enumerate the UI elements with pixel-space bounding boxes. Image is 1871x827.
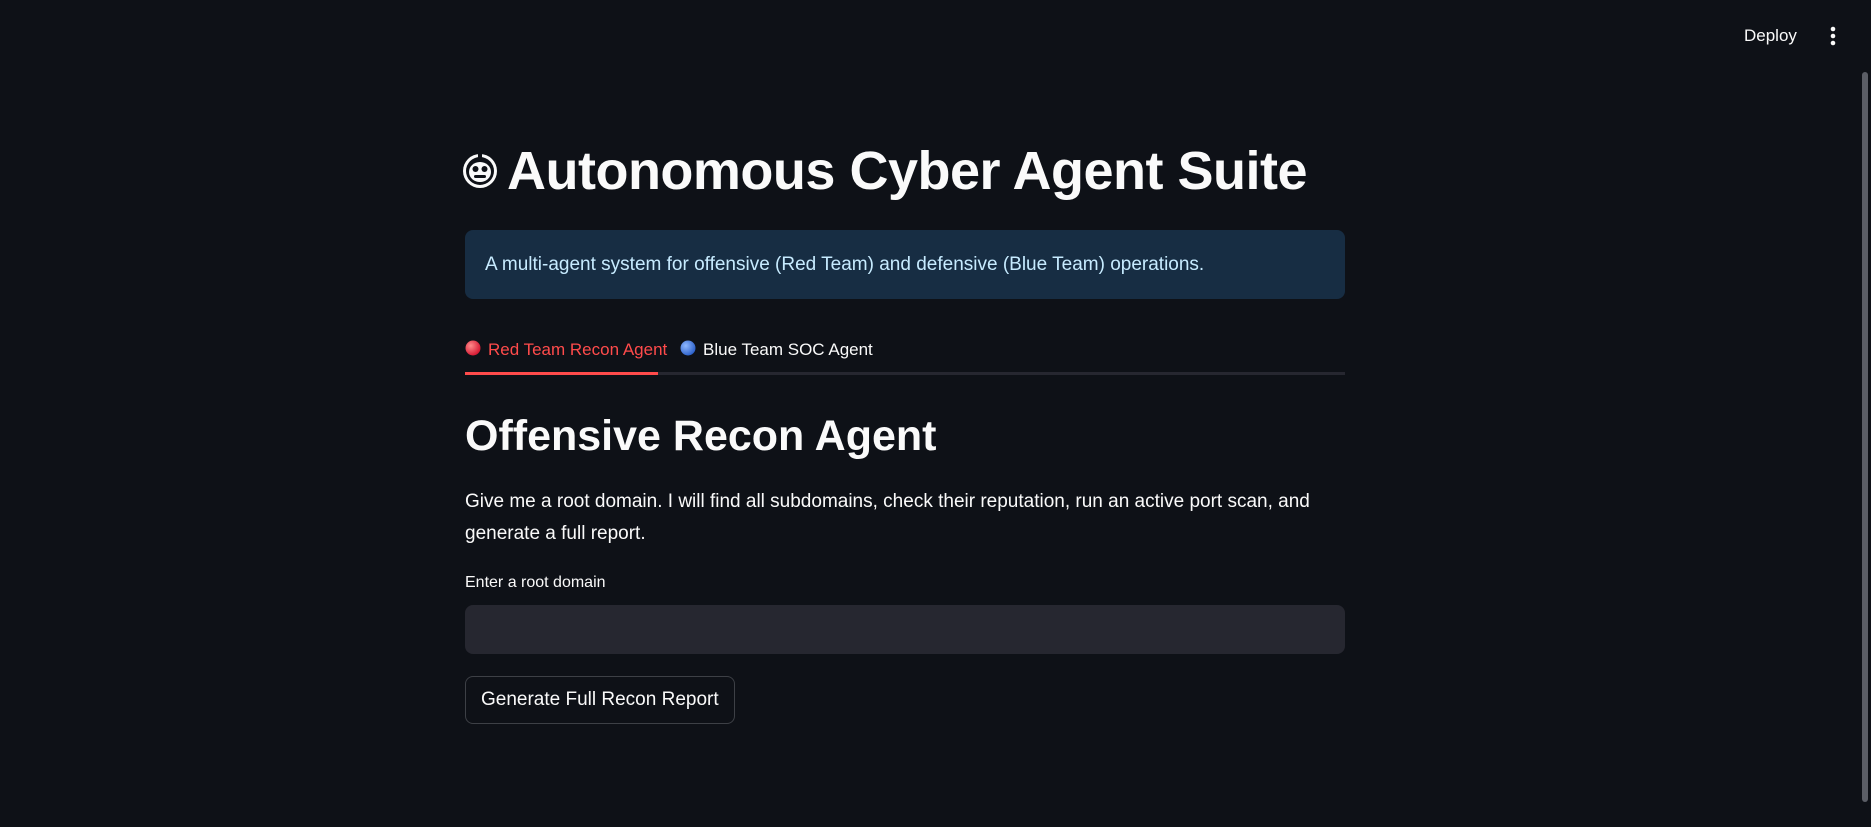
section-description: Give me a root domain. I will find all s… — [465, 491, 1310, 544]
page-title-row: Autonomous Cyber Agent Suite — [461, 140, 1308, 202]
top-toolbar: Deploy — [0, 0, 1871, 72]
tab-blue-team-soc[interactable]: Blue Team SOC Agent — [680, 328, 873, 372]
info-banner-text: A multi-agent system for offensive (Red … — [485, 253, 1205, 275]
info-banner: A multi-agent system for offensive (Red … — [465, 230, 1345, 299]
tab-red-team-recon[interactable]: Red Team Recon Agent — [465, 328, 667, 375]
tab-blue-team-soc-label: Blue Team SOC Agent — [703, 340, 873, 359]
tab-red-team-recon-label: Red Team Recon Agent — [488, 340, 668, 359]
more-vertical-icon[interactable] — [1822, 22, 1844, 50]
blue-circle-icon — [680, 340, 696, 361]
agent-tabs: Red Team Recon Agent Blue Team SOC Agent — [465, 328, 1345, 375]
app-root: Deploy Autonomous Cyber Agent Suite A mu… — [0, 0, 1871, 827]
deploy-button[interactable]: Deploy — [1734, 22, 1807, 50]
robot-face-icon — [461, 152, 499, 190]
scrollbar-thumb[interactable] — [1862, 72, 1868, 802]
page-title: Autonomous Cyber Agent Suite — [507, 141, 1308, 201]
generate-report-button[interactable]: Generate Full Recon Report — [465, 676, 735, 724]
domain-field-label: Enter a root domain — [465, 574, 606, 591]
red-circle-icon — [465, 340, 481, 361]
root-domain-input[interactable] — [465, 605, 1345, 654]
section-heading: Offensive Recon Agent — [465, 412, 937, 460]
